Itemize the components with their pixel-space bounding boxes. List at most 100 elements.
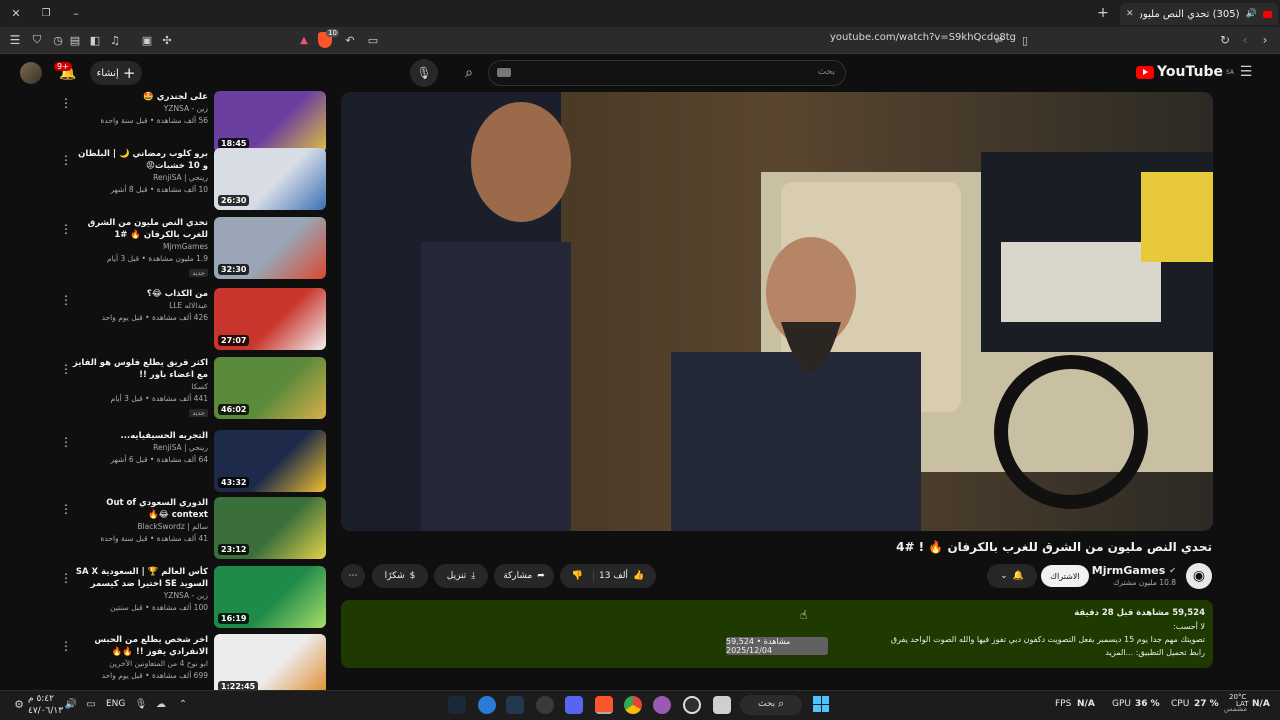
shield-icon[interactable]: ⛉ (30, 33, 44, 47)
recommendation-thumbnail[interactable]: 1:22:45 (214, 634, 326, 696)
chat-app-icon[interactable] (653, 696, 671, 714)
windows-start-icon[interactable] (813, 696, 829, 712)
download-button[interactable]: تنزيل ⤓ (434, 564, 488, 588)
recommendation-title[interactable]: التجربه الحسيفيايه... (70, 430, 208, 442)
video-player[interactable] (341, 92, 1213, 531)
description-box[interactable]: 59,524 مشاهدة قبل 28 دقيقة لا أحسب: تصوي… (341, 600, 1213, 668)
recommendation-item[interactable]: 26:30 برو كلوب رمضاني 🌙 | البلطان و 10 خش… (60, 148, 326, 212)
minimize-window-icon[interactable]: – (70, 7, 82, 20)
recommendation-thumbnail[interactable]: 46:02 (214, 357, 326, 419)
recommendation-thumbnail[interactable]: 26:30 (214, 148, 326, 210)
language-indicator[interactable]: ENG (106, 699, 125, 709)
recommendation-title[interactable]: الدوري السعودي Out of context 😂🔥 (70, 497, 208, 521)
recommendation-thumbnail[interactable]: 32:30 (214, 217, 326, 279)
address-bar[interactable]: youtube.com/watch?v=S9khQcdo8tg (380, 30, 1040, 50)
close-tab-icon[interactable]: ✕ (1126, 9, 1134, 19)
recommendation-thumbnail[interactable]: 16:19 (214, 566, 326, 628)
taskbar-date[interactable]: ٤٧/٠٦/١٣ (28, 706, 63, 716)
recommendation-item[interactable]: 46:02 اكثر فريق يطلع فلوس هو الفايز مع اع… (60, 357, 326, 421)
recommendation-item[interactable]: 32:30 تحدي النص مليون من الشرق للغرب بالك… (60, 217, 326, 281)
bookmark-icon[interactable]: ▯ (1018, 33, 1032, 47)
avatar[interactable] (20, 62, 42, 84)
recommendation-title[interactable]: برو كلوب رمضاني 🌙 | البلطان و 10 خشبات😡 (70, 148, 208, 172)
thanks-button[interactable]: شكرًا $ (372, 564, 428, 588)
like-count[interactable]: 13 ألف (599, 571, 628, 581)
more-actions-button[interactable]: ⋯ (341, 564, 365, 588)
audio-icon[interactable]: 🔊 (1246, 9, 1257, 19)
app-blue-icon[interactable] (478, 696, 496, 714)
recommendation-item[interactable]: 23:12 الدوري السعودي Out of context 😂🔥 سال… (60, 497, 326, 561)
recommendation-item[interactable]: 43:32 التجربه الحسيفيايه... رينجي | RenjiS… (60, 430, 326, 494)
more-vertical-icon[interactable]: ⋮ (60, 570, 72, 586)
site-settings-icon[interactable]: ⇌ (992, 33, 1006, 47)
more-vertical-icon[interactable]: ⋮ (60, 152, 72, 168)
create-button[interactable]: إنشاء + (90, 61, 142, 85)
more-vertical-icon[interactable]: ⋮ (60, 292, 72, 308)
tray-overflow-icon[interactable]: ⌃ (176, 697, 190, 711)
youtube-logo[interactable]: YouTube SA (1136, 64, 1234, 80)
more-vertical-icon[interactable]: ⋮ (60, 638, 72, 654)
recommendation-channel[interactable]: رينجي | RenjiSA (70, 172, 208, 184)
search-input[interactable]: بحث (488, 60, 846, 86)
more-vertical-icon[interactable]: ⋮ (60, 434, 72, 450)
sidebar-icon[interactable]: ◧ (88, 33, 102, 47)
more-vertical-icon[interactable]: ⋮ (60, 221, 72, 237)
recommendation-channel[interactable]: زين - YZNSA (70, 590, 208, 602)
more-vertical-icon[interactable]: ⋮ (60, 95, 72, 111)
keyboard-icon[interactable] (497, 68, 511, 77)
back-icon[interactable]: ‹ (1238, 33, 1252, 47)
menu-icon[interactable]: ☰ (8, 33, 22, 47)
obs-icon[interactable] (683, 696, 701, 714)
cloud-icon[interactable]: ☁ (154, 697, 168, 711)
recommendation-item[interactable]: 1:22:45 اخر شخص يطلع من الحبس الانفرادي ي… (60, 634, 326, 698)
settings-icon[interactable]: ⚙ (12, 697, 26, 711)
search-icon[interactable]: ⌕ (452, 60, 486, 86)
steam-alt-icon[interactable] (506, 696, 524, 714)
recommendation-channel[interactable]: سالم | BlackSwordz (70, 521, 208, 533)
discord-icon[interactable] (565, 696, 583, 714)
recommendation-thumbnail[interactable]: 43:32 (214, 430, 326, 492)
share-button[interactable]: مشاركة ➦ (494, 564, 554, 588)
network-icon[interactable]: ▭ (84, 697, 98, 711)
recommendation-thumbnail[interactable]: 27:07 (214, 288, 326, 350)
steam-icon[interactable] (448, 696, 466, 714)
recommendation-thumbnail[interactable]: 23:12 (214, 497, 326, 559)
taskbar-search[interactable]: بحث ⌕ (740, 695, 802, 715)
notification-bell-button[interactable]: ⌄ 🔔 (987, 564, 1037, 588)
app-circle-icon[interactable] (536, 696, 554, 714)
recommendation-channel[interactable]: زين - YZNSA (70, 103, 208, 115)
guide-menu-icon[interactable]: ☰ (1238, 64, 1254, 80)
dislike-button[interactable]: 👎 (572, 571, 595, 581)
rewards-icon[interactable]: ▲ (297, 33, 311, 47)
brave-icon[interactable] (595, 696, 613, 714)
restore-window-icon[interactable]: ❐ (40, 7, 52, 19)
recommendation-title[interactable]: على لجندري 🤩 (70, 91, 208, 103)
extensions-icon[interactable]: ✣ (160, 33, 174, 47)
like-icon[interactable]: 👍 (633, 571, 644, 581)
music-icon[interactable]: ♫ (108, 33, 122, 47)
recommendation-channel[interactable]: عبدالاله LLE (70, 300, 208, 312)
chrome-icon[interactable] (624, 696, 642, 714)
voice-search-icon[interactable]: 🎙 (410, 59, 438, 87)
cast-icon[interactable]: ▭ (366, 33, 380, 47)
recommendation-channel[interactable]: رينجي | RenjiSA (70, 442, 208, 454)
reload-icon[interactable]: ↻ (1218, 33, 1232, 47)
recommendation-channel[interactable]: ابو نوح 4 من المتعاونين الآخرين (70, 658, 208, 670)
recommendation-title[interactable]: تحدي النص مليون من الشرق للغرب بالكرفان … (70, 217, 208, 241)
subscribe-button[interactable]: الاشتراك (1041, 565, 1089, 587)
browser-tab[interactable]: 🔊 (305) تحدي النص مليون من ال ✕ (1120, 3, 1278, 25)
mic-tray-icon[interactable]: 🎙 (134, 697, 148, 711)
more-vertical-icon[interactable]: ⋮ (60, 361, 72, 377)
volume-icon[interactable]: 🔊 (64, 697, 78, 711)
recommendation-title[interactable]: اكثر فريق يطلع فلوس هو الفايز مع اعضاء ب… (70, 357, 208, 381)
history-icon[interactable]: ◷ (51, 33, 65, 47)
channel-name-row[interactable]: MjrmGames ✔ (1092, 564, 1176, 577)
recommendation-thumbnail[interactable]: 18:45 (214, 91, 326, 153)
recommendation-channel[interactable]: MjrmGames (70, 241, 208, 253)
task-view-icon[interactable] (713, 696, 731, 714)
taskbar-time[interactable]: ٥:٤٢ م (28, 694, 54, 704)
channel-avatar[interactable]: ◉ (1186, 563, 1212, 589)
recommendation-title[interactable]: اخر شخص يطلع من الحبس الانفرادي يفوز !! … (70, 634, 208, 658)
forward-icon[interactable]: › (1258, 33, 1272, 47)
close-window-icon[interactable]: ✕ (10, 7, 22, 20)
